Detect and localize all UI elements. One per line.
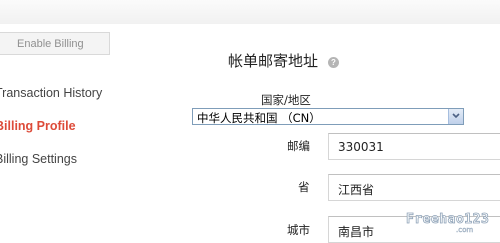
country-select-value: 中华人民共和国 （CN） [197, 111, 321, 125]
sidebar-item-billing-settings[interactable]: Billing Settings [0, 151, 77, 167]
city-label: 城市 [287, 223, 310, 237]
postcode-value: 330031 [338, 140, 384, 154]
country-select[interactable]: 中华人民共和国 （CN） [192, 108, 464, 125]
sidebar-item-transaction-history[interactable]: Transaction History [0, 85, 102, 101]
postcode-label: 邮编 [287, 139, 310, 153]
province-field[interactable]: 江西省 [328, 174, 500, 201]
top-bar [0, 0, 500, 24]
enable-billing-button[interactable]: Enable Billing [0, 32, 110, 55]
postcode-field[interactable]: 330031 [328, 133, 500, 160]
city-value: 南昌市 [338, 225, 375, 239]
province-label: 省 [298, 180, 310, 194]
svg-text:.com: .com [456, 226, 473, 234]
country-label: 国家/地区 [261, 93, 311, 107]
help-icon[interactable]: ? [328, 57, 339, 68]
svg-text:Freehao123: Freehao123 [406, 212, 489, 227]
chevron-down-icon[interactable] [448, 109, 463, 124]
page-title: 帐单邮寄地址 [228, 52, 319, 70]
sidebar-item-billing-profile[interactable]: Billing Profile [0, 118, 76, 134]
watermark-logo: Freehao123 .com [406, 212, 490, 234]
province-value: 江西省 [338, 183, 375, 197]
